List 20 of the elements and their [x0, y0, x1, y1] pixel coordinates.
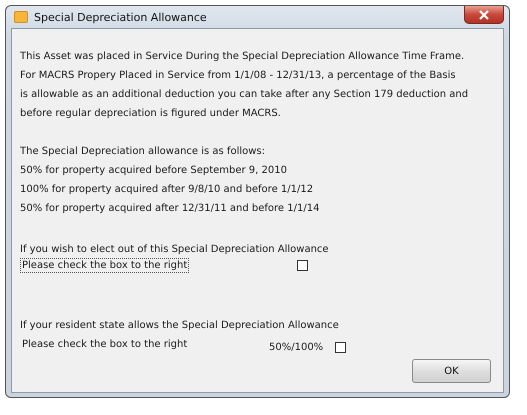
checkbox[interactable]: [335, 342, 346, 353]
checkbox[interactable]: [297, 260, 308, 271]
prompt-text: If your resident state allows the Special Depreciation Allowance: [20, 319, 340, 333]
checkbox-label[interactable]: Please check the box to the right: [20, 337, 190, 352]
rate-line: 100% for property acquired after 9/8/10 and before 1/1/12: [20, 183, 314, 197]
paragraph-line: before regular depreciation is figured under MACRS.: [20, 107, 282, 121]
checkbox-label[interactable]: Please check the box to the right: [20, 258, 190, 273]
rate-line: The Special Depreciation allowance is as follows:: [20, 145, 266, 159]
close-icon: [478, 10, 490, 20]
checkbox-caption: 50%/100%: [269, 342, 324, 353]
window-title: Special Depreciation Allowance: [34, 10, 207, 24]
close-button[interactable]: [464, 6, 504, 24]
rate-line: 50% for property acquired before September 9, 2010: [20, 164, 288, 178]
paragraph-line: is allowable as an additional deduction you can take after any Section 179 deduction and: [20, 88, 470, 102]
ok-button[interactable]: OK: [412, 359, 491, 383]
prompt-text: If you wish to elect out of this Special Depreciation Allowance: [20, 243, 330, 257]
paragraph-line: This Asset was placed in Service During the Special Depreciation Allowance Time Frame.: [20, 50, 466, 64]
rate-line: 50% for property acquired after 12/31/11 and before 1/1/14: [20, 202, 320, 216]
paragraph-line: For MACRS Propery Placed in Service from 1/1/08 - 12/31/13, a percentage of the Basis: [20, 69, 457, 83]
folder-icon: [14, 11, 28, 23]
